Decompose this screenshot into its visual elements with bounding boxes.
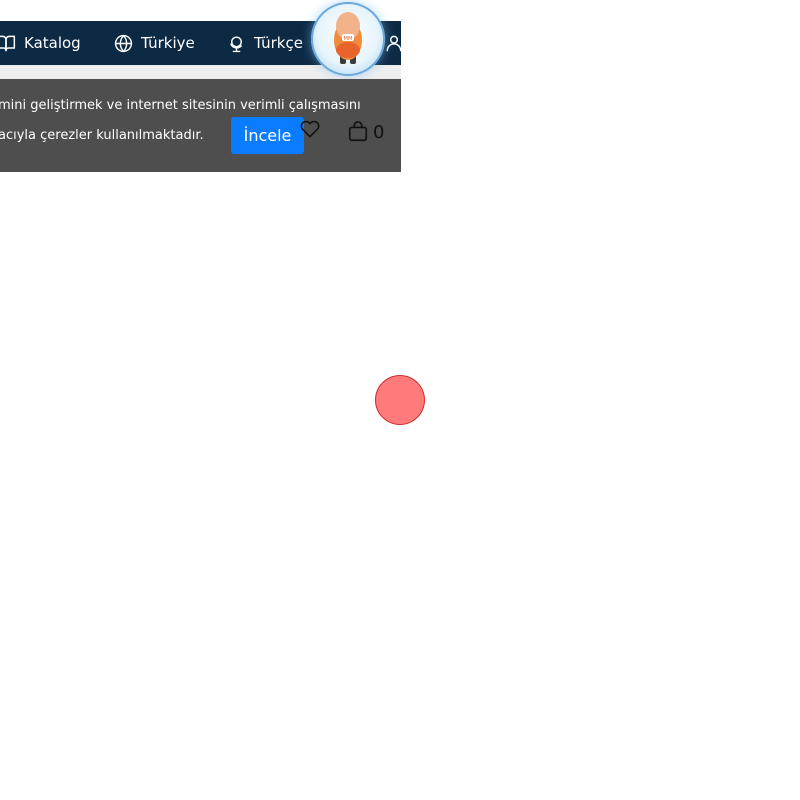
shopping-bag-icon [347, 121, 369, 143]
page-viewport: Katalog Türkiye Türkçe MM mini geliştirm… [0, 0, 401, 172]
nav-catalog[interactable]: Katalog [0, 21, 81, 65]
mascot-badge-text: MM [344, 36, 353, 42]
cursor-indicator [375, 375, 425, 425]
cookie-inspect-button[interactable]: İncele [231, 117, 304, 154]
globe-stand-icon [227, 34, 246, 53]
user-icon [384, 33, 401, 53]
nav-catalog-label: Katalog [24, 34, 81, 52]
cookie-message-line-2: acıyla çerezler kullanılmaktadır. [0, 128, 204, 143]
cart-button[interactable]: 0 [347, 121, 384, 143]
nav-country[interactable]: Türkiye [114, 21, 195, 65]
globe-icon [114, 34, 133, 53]
mascot-avatar[interactable]: MM [311, 2, 385, 76]
nav-account[interactable] [384, 21, 401, 65]
cookie-message-line-1: mini geliştirmek ve internet sitesinin v… [0, 98, 361, 113]
nav-language[interactable]: Türkçe [227, 21, 303, 65]
nav-country-label: Türkiye [141, 34, 195, 52]
nav-language-label: Türkçe [254, 34, 303, 52]
cookie-consent-banner: mini geliştirmek ve internet sitesinin v… [0, 79, 401, 172]
book-open-icon [0, 33, 16, 53]
mascot-illustration: MM [334, 12, 362, 64]
heart-icon[interactable] [300, 119, 320, 143]
cart-count: 0 [373, 121, 385, 143]
